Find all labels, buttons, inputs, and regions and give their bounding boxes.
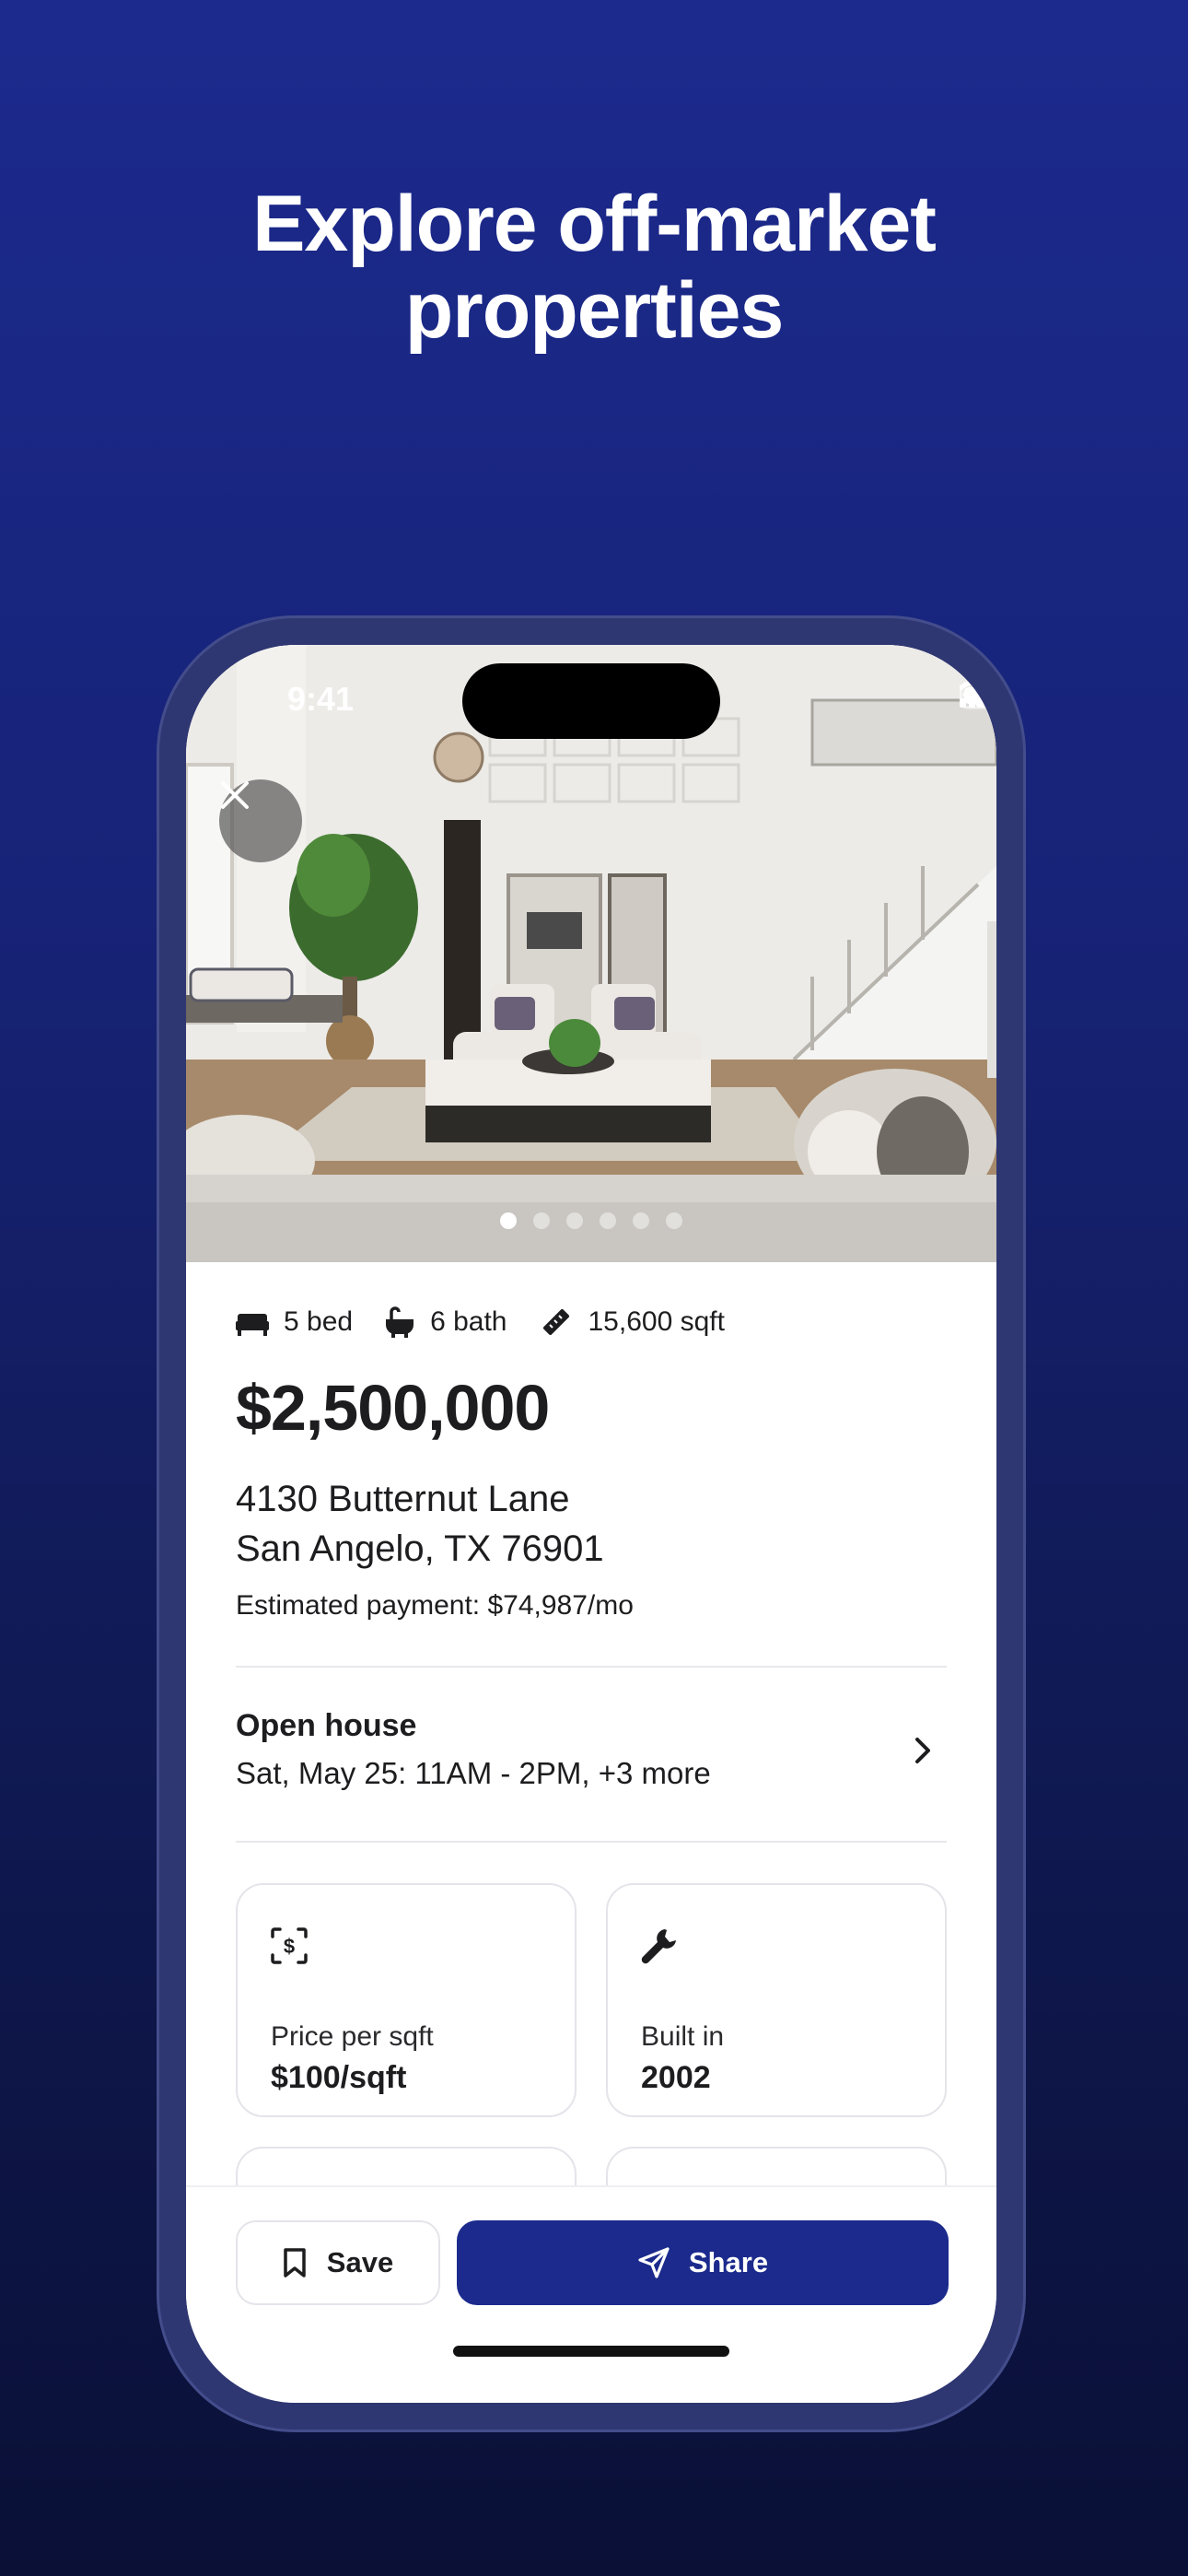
home-indicator[interactable] <box>453 2346 729 2357</box>
baths-spec: 6 bath <box>384 1306 507 1338</box>
pagination-dot[interactable] <box>600 1212 616 1229</box>
bathtub-icon <box>386 1306 414 1338</box>
sqft-value: 15,600 sqft <box>588 1306 725 1337</box>
open-house-title: Open house <box>236 1708 417 1743</box>
ruler-icon <box>542 1308 569 1336</box>
bookmark-icon <box>284 2248 306 2277</box>
phone-screen: 9:41 5 bed 6 bath 15,600 sqft $2,500,000… <box>186 645 996 2403</box>
pagination-dot[interactable] <box>633 1212 649 1229</box>
save-label: Save <box>326 2246 394 2278</box>
divider <box>236 1841 947 1843</box>
bed-icon <box>236 1314 269 1336</box>
open-house-detail: Sat, May 25: 11AM - 2PM, +3 more <box>236 1756 711 1790</box>
send-icon <box>638 2247 670 2278</box>
bottom-action-bar: Save Share <box>186 2185 996 2403</box>
battery-icon <box>960 682 996 709</box>
close-icon <box>221 781 249 809</box>
fact-card-built-in[interactable]: Built in 2002 <box>606 1883 947 2117</box>
share-button[interactable]: Share <box>457 2220 949 2305</box>
address-line-2: San Angelo, TX 76901 <box>236 1528 604 1569</box>
divider <box>236 1666 947 1668</box>
baths-value: 6 bath <box>430 1306 507 1337</box>
fact-card-price-per-sqft[interactable]: $ Price per sqft $100/sqft <box>236 1883 577 2117</box>
listing-address: 4130 Butternut Lane San Angelo, TX 76901 <box>236 1474 604 1574</box>
dynamic-island <box>462 663 720 739</box>
pagination-dot[interactable] <box>533 1212 550 1229</box>
listing-price: $2,500,000 <box>236 1372 550 1444</box>
pagination-dot[interactable] <box>566 1212 583 1229</box>
close-button[interactable] <box>219 779 302 862</box>
fact-label: Price per sqft <box>271 2021 434 2052</box>
estimated-payment: Estimated payment: $74,987/mo <box>236 1590 634 1621</box>
headline-line-2: properties <box>404 266 785 355</box>
headline-line-1: Explore off-market <box>252 180 937 268</box>
beds-value: 5 bed <box>284 1306 354 1337</box>
address-line-1: 4130 Butternut Lane <box>236 1479 570 1519</box>
property-photo[interactable]: 9:41 <box>186 645 996 1262</box>
photo-pagination[interactable] <box>186 1212 996 1229</box>
chevron-right-icon[interactable] <box>904 1732 941 1769</box>
svg-text:$: $ <box>284 1935 295 1958</box>
fact-value: 2002 <box>641 2060 711 2095</box>
save-button[interactable]: Save <box>236 2220 440 2305</box>
dollar-tag-icon: $ <box>271 1927 308 1964</box>
property-specs: 5 bed 6 bath 15,600 sqft <box>236 1305 725 1340</box>
fact-value: $100/sqft <box>271 2060 407 2095</box>
beds-spec: 5 bed <box>236 1306 353 1338</box>
sqft-spec: 15,600 sqft <box>539 1305 725 1340</box>
wrench-icon <box>641 1929 676 1964</box>
fact-label: Built in <box>641 2021 725 2052</box>
share-label: Share <box>688 2246 769 2278</box>
status-time: 9:41 <box>287 680 355 718</box>
headline: Explore off-market properties <box>0 181 1188 354</box>
pagination-dot[interactable] <box>666 1212 682 1229</box>
pagination-dot[interactable] <box>500 1212 517 1229</box>
